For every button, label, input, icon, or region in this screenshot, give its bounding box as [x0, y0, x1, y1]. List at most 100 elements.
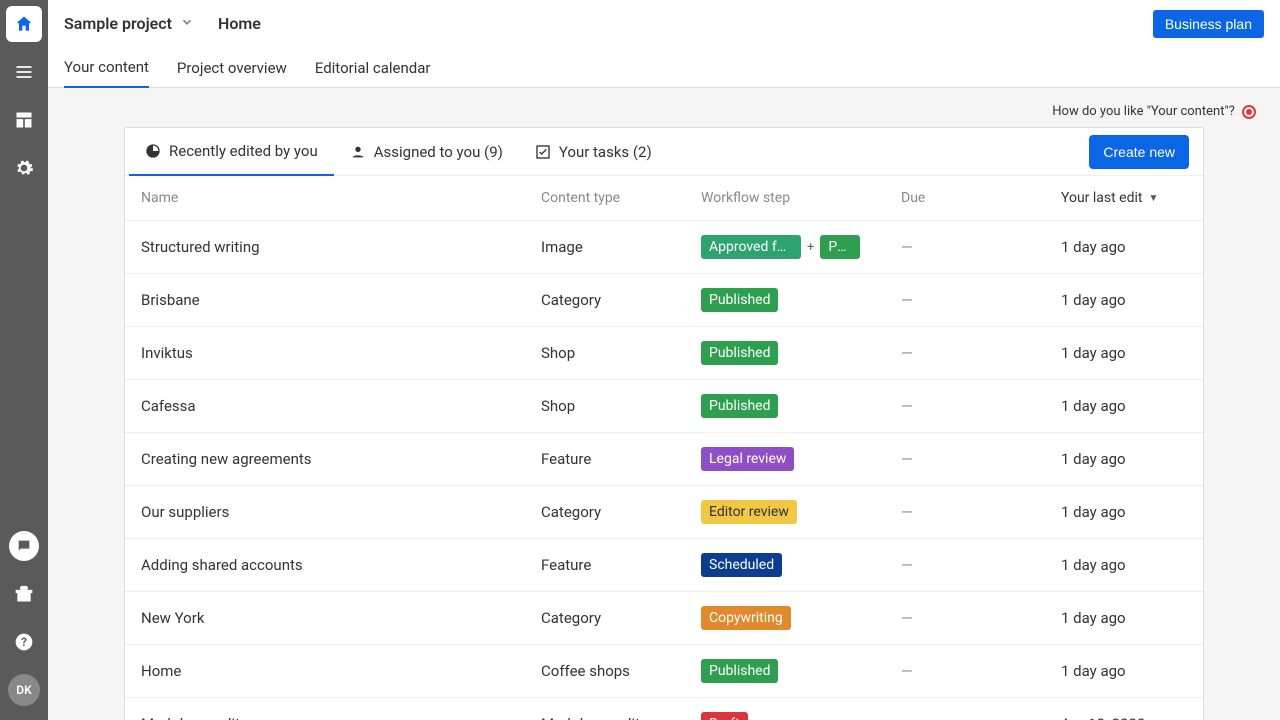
tab-editorial-calendar[interactable]: Editorial calendar: [315, 59, 431, 87]
cell-last-edit: 1 day ago: [1061, 344, 1187, 362]
tab-your-content[interactable]: Your content: [64, 58, 149, 88]
tab-recent-label: Recently edited by you: [169, 142, 318, 160]
workflow-badge: Scheduled: [701, 553, 782, 577]
business-plan-button[interactable]: Business plan: [1153, 10, 1264, 38]
cell-workflow: Published: [701, 659, 901, 683]
workflow-badge: Copywriting: [701, 606, 791, 630]
cell-workflow: Approved fo… + Pu…: [701, 235, 901, 259]
cell-name: Structured writing: [141, 238, 541, 256]
tab-assigned[interactable]: Assigned to you (9): [334, 129, 519, 175]
cell-name: Brisbane: [141, 291, 541, 309]
table-row[interactable]: InviktusShopPublished—1 day ago: [125, 327, 1203, 380]
gift-icon[interactable]: [0, 570, 48, 618]
clock-icon: [145, 143, 161, 159]
col-last-edit[interactable]: Your last edit ▼: [1061, 190, 1187, 206]
tab-tasks[interactable]: Your tasks (2): [519, 129, 668, 175]
cell-due: —: [901, 291, 1061, 309]
home-icon[interactable]: [6, 6, 42, 42]
workflow-badge: Published: [701, 341, 778, 365]
help-icon[interactable]: ?: [0, 618, 48, 666]
cell-last-edit: 1 day ago: [1061, 238, 1187, 256]
cell-name: Creating new agreements: [141, 450, 541, 468]
plus-separator: +: [807, 240, 814, 255]
cell-last-edit: 1 day ago: [1061, 291, 1187, 309]
table-row[interactable]: Markdown editorMarkdown editorDraftApr 1…: [125, 698, 1203, 720]
cell-type: Category: [541, 609, 701, 627]
workflow-badge: Published: [701, 659, 778, 683]
cell-name: Our suppliers: [141, 503, 541, 521]
cell-due: —: [901, 662, 1061, 680]
workflow-badge: Legal review: [701, 447, 794, 471]
table-row[interactable]: HomeCoffee shopsPublished —1 day ago: [125, 645, 1203, 698]
feedback-prompt[interactable]: How do you like "Your content"?: [48, 88, 1280, 127]
workflow-badge: Approved fo…: [701, 235, 801, 259]
cell-name: Home: [141, 662, 541, 680]
project-name[interactable]: Sample project: [64, 14, 172, 33]
cell-last-edit: 1 day ago: [1061, 609, 1187, 627]
cell-last-edit: Apr 10, 2020: [1061, 715, 1187, 720]
cell-workflow: Scheduled: [701, 553, 901, 577]
main-tabs: Your content Project overview Editorial …: [48, 48, 1280, 88]
cell-last-edit: 1 day ago: [1061, 503, 1187, 521]
cell-workflow: Published: [701, 394, 901, 418]
top-bar: Sample project Home Business plan: [48, 0, 1280, 48]
chevron-down-icon[interactable]: [180, 15, 194, 33]
table-row[interactable]: New YorkCategoryCopywriting —1 day ago: [125, 592, 1203, 645]
tab-tasks-label: Your tasks (2): [559, 143, 652, 161]
cell-name: New York: [141, 609, 541, 627]
table-row[interactable]: Adding shared accountsFeatureScheduled—1…: [125, 539, 1203, 592]
svg-text:?: ?: [21, 635, 27, 649]
user-avatar[interactable]: DK: [0, 666, 48, 714]
cell-last-edit: 1 day ago: [1061, 556, 1187, 574]
col-workflow[interactable]: Workflow step: [701, 190, 901, 206]
col-due[interactable]: Due: [901, 190, 1061, 206]
table-header: Name Content type Workflow step Due Your…: [125, 176, 1203, 221]
cell-due: —: [901, 503, 1061, 521]
cell-type: Category: [541, 291, 701, 309]
cell-name: Cafessa: [141, 397, 541, 415]
create-new-button[interactable]: Create new: [1089, 135, 1189, 169]
cell-last-edit: 1 day ago: [1061, 662, 1187, 680]
table-row[interactable]: Structured writingImageApproved fo… + Pu… —…: [125, 221, 1203, 274]
table-row[interactable]: Our suppliersCategoryEditor review—1 day…: [125, 486, 1203, 539]
cell-workflow: Legal review: [701, 447, 901, 471]
breadcrumb-home[interactable]: Home: [218, 14, 261, 33]
sort-caret-icon: ▼: [1148, 193, 1158, 204]
cell-name: Inviktus: [141, 344, 541, 362]
cell-due: —: [901, 556, 1061, 574]
gear-icon[interactable]: [0, 144, 48, 192]
col-name[interactable]: Name: [141, 190, 541, 206]
table-row[interactable]: CafessaShopPublished—1 day ago: [125, 380, 1203, 433]
cell-workflow: Published: [701, 288, 901, 312]
check-icon: [535, 144, 551, 160]
content-card: Recently edited by you Assigned to you (…: [124, 127, 1204, 720]
table-row[interactable]: Creating new agreementsFeatureLegal revi…: [125, 433, 1203, 486]
table-row[interactable]: BrisbaneCategoryPublished—1 day ago: [125, 274, 1203, 327]
tab-project-overview[interactable]: Project overview: [177, 59, 287, 87]
cell-last-edit: 1 day ago: [1061, 397, 1187, 415]
cell-type: Coffee shops: [541, 662, 701, 680]
cell-last-edit: 1 day ago: [1061, 450, 1187, 468]
cell-due: —: [901, 609, 1061, 627]
layout-icon[interactable]: [0, 96, 48, 144]
cell-due: —: [901, 238, 1061, 256]
cell-workflow: Editor review: [701, 500, 901, 524]
tab-recently-edited[interactable]: Recently edited by you: [129, 128, 334, 176]
col-content-type[interactable]: Content type: [541, 190, 701, 206]
cell-type: Shop: [541, 344, 701, 362]
cell-type: Feature: [541, 556, 701, 574]
feedback-text: How do you like "Your content"?: [1052, 104, 1234, 119]
workflow-badge: Pu…: [820, 235, 860, 259]
cell-type: Image: [541, 238, 701, 256]
chat-icon[interactable]: [0, 522, 48, 570]
workflow-badge: Draft: [701, 712, 748, 720]
cell-due: —: [901, 450, 1061, 468]
cell-type: Feature: [541, 450, 701, 468]
cell-type: Markdown editor: [541, 715, 701, 720]
tab-assigned-label: Assigned to you (9): [374, 143, 503, 161]
cell-type: Category: [541, 503, 701, 521]
cell-due: —: [901, 397, 1061, 415]
menu-icon[interactable]: [0, 48, 48, 96]
cell-workflow: Draft: [701, 712, 901, 720]
feedback-icon[interactable]: [1242, 105, 1256, 119]
